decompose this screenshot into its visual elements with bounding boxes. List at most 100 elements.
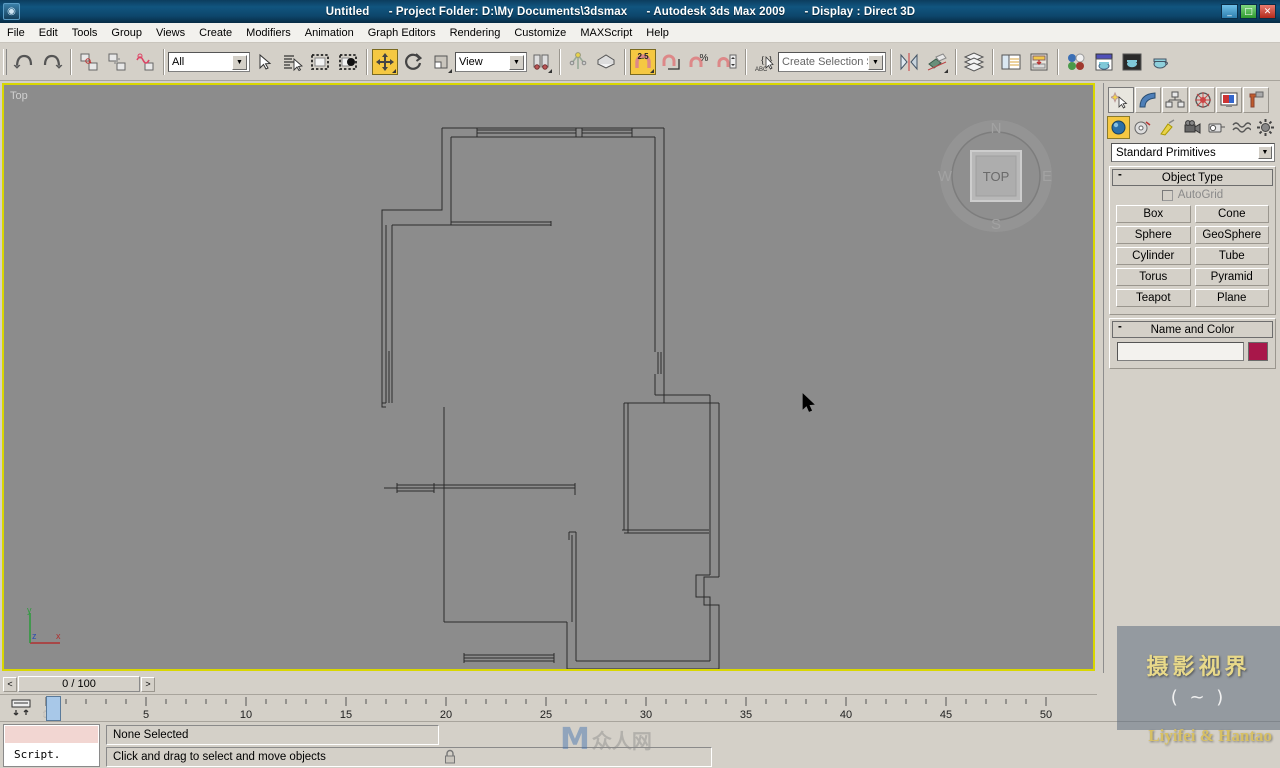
display-tab[interactable] (1216, 86, 1242, 113)
menu-maxscript[interactable]: MAXScript (573, 25, 639, 41)
geometry-button[interactable] (1107, 115, 1130, 139)
rectangular-selection-region-button[interactable] (307, 49, 333, 75)
viewcube[interactable]: TOP N E S W (937, 117, 1055, 235)
current-frame-display[interactable]: 0 / 100 (18, 676, 140, 692)
mirror-button[interactable] (896, 49, 922, 75)
cameras-button[interactable] (1181, 116, 1204, 139)
rollout-collapse-icon[interactable]: - (1118, 169, 1122, 181)
hierarchy-tab[interactable] (1162, 86, 1188, 113)
select-by-name-button[interactable] (279, 49, 305, 75)
select-and-move-button[interactable] (372, 48, 398, 75)
cylinder-button[interactable]: Cylinder (1116, 247, 1191, 265)
quick-render-button[interactable] (1147, 49, 1173, 75)
motion-tab[interactable] (1189, 86, 1215, 113)
maximize-button[interactable]: □ (1240, 4, 1257, 19)
align-button[interactable] (924, 49, 950, 75)
modify-tab[interactable] (1135, 86, 1161, 113)
sphere-button[interactable]: Sphere (1116, 226, 1191, 244)
percent-snap-toggle-button[interactable]: % (686, 49, 712, 75)
menu-help[interactable]: Help (639, 25, 676, 41)
menu-modifiers[interactable]: Modifiers (239, 25, 298, 41)
menu-edit[interactable]: Edit (32, 25, 65, 41)
menu-animation[interactable]: Animation (298, 25, 361, 41)
space-warps-button[interactable] (1230, 116, 1253, 139)
menu-graph-editors[interactable]: Graph Editors (361, 25, 443, 41)
shapes-button[interactable] (1132, 116, 1155, 139)
systems-button[interactable] (1254, 116, 1277, 139)
menu-customize[interactable]: Customize (507, 25, 573, 41)
create-tab[interactable] (1108, 86, 1134, 113)
chevron-down-icon[interactable]: ▼ (232, 54, 247, 70)
chevron-down-icon[interactable]: ▼ (1258, 146, 1272, 159)
selection-filter-combo[interactable]: All ▼ (168, 51, 250, 72)
spinner-snap-toggle-button[interactable] (714, 49, 740, 75)
unlink-selection-button[interactable] (104, 49, 130, 75)
top-viewport[interactable]: Top TOP N E S W y x z (2, 83, 1095, 671)
viewcube-east-label: E (1042, 168, 1052, 185)
mini-curve-editor-icon[interactable] (10, 698, 32, 718)
select-and-rotate-button[interactable] (400, 49, 426, 75)
object-name-input[interactable] (1117, 342, 1244, 361)
autogrid-row[interactable]: AutoGrid (1112, 186, 1273, 204)
window-crossing-toggle-button[interactable] (335, 49, 361, 75)
edit-named-selection-sets-button[interactable]: { } ABC (751, 49, 777, 75)
select-object-button[interactable] (251, 49, 277, 75)
lock-selection-icon[interactable] (443, 748, 457, 765)
geosphere-button[interactable]: GeoSphere (1194, 226, 1269, 244)
select-and-manipulate-button[interactable] (565, 49, 591, 75)
next-frame-arrow[interactable]: > (141, 676, 155, 692)
schematic-view-button[interactable] (1026, 49, 1052, 75)
box-button[interactable]: Box (1116, 205, 1191, 223)
timeline-ruler[interactable]: 0510 152025 303540 4550 (38, 695, 1097, 722)
select-and-scale-button[interactable] (428, 49, 454, 75)
undo-button[interactable] (11, 49, 37, 75)
menu-group[interactable]: Group (104, 25, 149, 41)
menu-tools[interactable]: Tools (65, 25, 105, 41)
material-editor-button[interactable] (1063, 49, 1089, 75)
reference-coordinate-system-combo[interactable]: View ▼ (455, 51, 527, 72)
maxscript-input-pane[interactable] (5, 726, 98, 743)
rendered-frame-window-button[interactable] (1119, 49, 1145, 75)
toolbar-separator (955, 48, 956, 75)
teapot-button[interactable]: Teapot (1116, 289, 1191, 307)
pyramid-button[interactable]: Pyramid (1194, 268, 1269, 286)
chevron-down-icon[interactable]: ▼ (509, 54, 524, 70)
redo-button[interactable] (39, 49, 65, 75)
render-setup-button[interactable] (1091, 49, 1117, 75)
curve-editor-button[interactable] (998, 49, 1024, 75)
select-and-link-button[interactable] (76, 49, 102, 75)
tube-button[interactable]: Tube (1194, 247, 1269, 265)
helpers-button[interactable] (1205, 116, 1228, 139)
menu-create[interactable]: Create (192, 25, 239, 41)
maxscript-mini-listener[interactable]: Script. (3, 724, 100, 767)
angle-snap-toggle-button[interactable] (658, 49, 684, 75)
menu-rendering[interactable]: Rendering (443, 25, 508, 41)
toolbar-grip[interactable] (3, 48, 7, 75)
previous-frame-arrow[interactable]: < (3, 676, 17, 692)
object-color-swatch[interactable] (1248, 342, 1268, 361)
utilities-tab[interactable] (1243, 86, 1269, 113)
time-slider-track[interactable] (155, 676, 1094, 692)
minimize-button[interactable]: _ (1221, 4, 1238, 19)
toolbar-separator (559, 48, 560, 75)
bind-to-space-warp-button[interactable] (132, 49, 158, 75)
autogrid-checkbox[interactable] (1161, 189, 1173, 201)
layer-manager-button[interactable] (961, 49, 987, 75)
use-center-flyout-button[interactable] (528, 49, 554, 75)
torus-button[interactable]: Torus (1116, 268, 1191, 286)
time-slider-handle[interactable] (46, 696, 61, 721)
chevron-down-icon[interactable]: ▼ (868, 54, 883, 70)
named-selection-set-combo[interactable]: Create Selection Set ▼ (778, 51, 886, 72)
snaps-toggle-button[interactable]: 2.5 (630, 48, 656, 75)
menu-views[interactable]: Views (149, 25, 192, 41)
close-button[interactable]: ✕ (1259, 4, 1276, 19)
cone-button[interactable]: Cone (1194, 205, 1269, 223)
plane-button[interactable]: Plane (1194, 289, 1269, 307)
subcategory-dropdown[interactable]: Standard Primitives ▼ (1111, 143, 1275, 162)
name-and-color-header[interactable]: - Name and Color (1112, 321, 1273, 338)
lights-button[interactable] (1156, 116, 1179, 139)
menu-file[interactable]: File (0, 25, 32, 41)
rollout-collapse-icon[interactable]: - (1118, 321, 1122, 333)
keyboard-shortcut-override-button[interactable] (593, 49, 619, 75)
object-type-header[interactable]: - Object Type (1112, 169, 1273, 186)
